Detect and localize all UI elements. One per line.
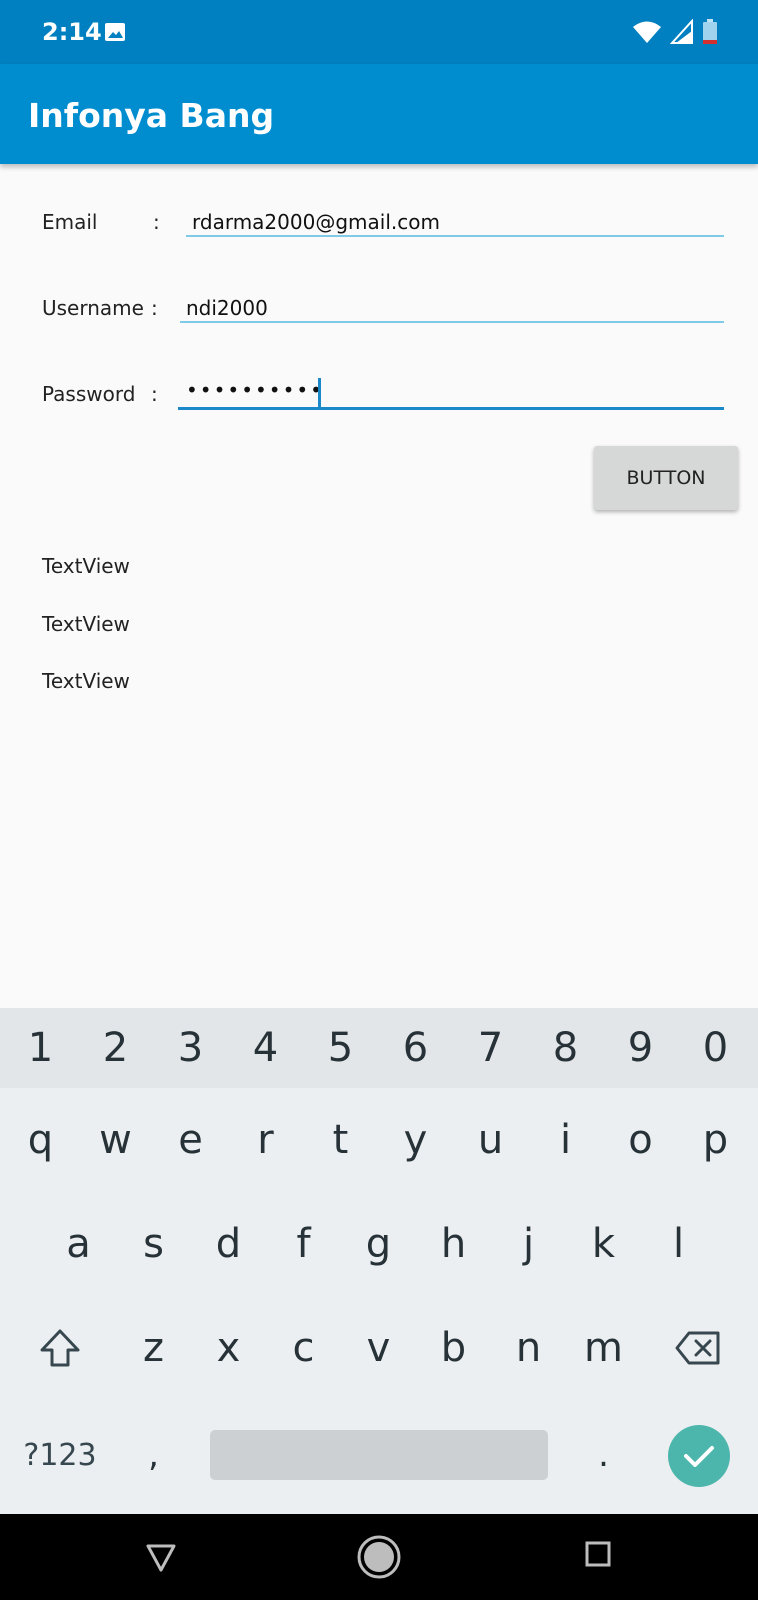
text-caret bbox=[318, 378, 321, 408]
key-f[interactable]: f bbox=[266, 1194, 341, 1294]
shift-key[interactable] bbox=[22, 1298, 97, 1398]
key-l[interactable]: l bbox=[641, 1194, 716, 1294]
key-g[interactable]: g bbox=[341, 1194, 416, 1294]
checkmark-icon bbox=[684, 1446, 714, 1467]
password-colon: : bbox=[151, 382, 158, 406]
key-r[interactable]: r bbox=[228, 1090, 303, 1190]
textview-2: TextView bbox=[42, 612, 130, 636]
key-x[interactable]: x bbox=[191, 1298, 266, 1398]
status-time: 2:14 bbox=[42, 18, 102, 46]
backspace-icon bbox=[675, 1331, 719, 1365]
password-underline bbox=[178, 407, 724, 410]
key-o[interactable]: o bbox=[603, 1090, 678, 1190]
shift-icon bbox=[40, 1329, 79, 1367]
status-icons bbox=[632, 18, 718, 46]
key-0[interactable]: 0 bbox=[678, 1008, 753, 1088]
wifi-icon bbox=[633, 21, 661, 43]
password-label: Password bbox=[42, 382, 136, 406]
comma-key[interactable]: , bbox=[116, 1405, 191, 1505]
backspace-key[interactable] bbox=[660, 1298, 735, 1398]
key-y[interactable]: y bbox=[378, 1090, 453, 1190]
submit-button[interactable]: BUTTON bbox=[594, 446, 738, 510]
soft-keyboard: 1 2 3 4 5 6 7 8 9 0 q w e r t y u i o p … bbox=[0, 1008, 758, 1514]
key-w[interactable]: w bbox=[78, 1090, 153, 1190]
key-v[interactable]: v bbox=[341, 1298, 416, 1398]
email-underline bbox=[186, 235, 724, 237]
key-s[interactable]: s bbox=[116, 1194, 191, 1294]
username-colon: : bbox=[151, 296, 158, 320]
textview-3: TextView bbox=[42, 669, 130, 693]
key-5[interactable]: 5 bbox=[303, 1008, 378, 1088]
key-z[interactable]: z bbox=[116, 1298, 191, 1398]
space-key[interactable] bbox=[210, 1430, 548, 1480]
key-a[interactable]: a bbox=[41, 1194, 116, 1294]
key-i[interactable]: i bbox=[528, 1090, 603, 1190]
key-1[interactable]: 1 bbox=[3, 1008, 78, 1088]
period-key[interactable]: . bbox=[566, 1405, 641, 1505]
recent-apps-icon[interactable] bbox=[584, 1540, 612, 1568]
key-7[interactable]: 7 bbox=[453, 1008, 528, 1088]
key-6[interactable]: 6 bbox=[378, 1008, 453, 1088]
keyboard-number-row: 1 2 3 4 5 6 7 8 9 0 bbox=[0, 1008, 758, 1088]
key-c[interactable]: c bbox=[266, 1298, 341, 1398]
email-label: Email bbox=[42, 210, 98, 234]
key-k[interactable]: k bbox=[566, 1194, 641, 1294]
key-m[interactable]: m bbox=[566, 1298, 641, 1398]
key-n[interactable]: n bbox=[491, 1298, 566, 1398]
username-label: Username bbox=[42, 296, 144, 320]
image-notification-icon bbox=[105, 23, 125, 41]
key-b[interactable]: b bbox=[416, 1298, 491, 1398]
email-colon: : bbox=[153, 210, 160, 234]
navigation-bar bbox=[0, 1514, 758, 1600]
key-d[interactable]: d bbox=[191, 1194, 266, 1294]
app-title: Infonya Bang bbox=[28, 96, 275, 135]
key-9[interactable]: 9 bbox=[603, 1008, 678, 1088]
back-icon[interactable] bbox=[144, 1534, 178, 1574]
cell-signal-icon bbox=[670, 19, 693, 44]
status-bar: 2:14 bbox=[0, 0, 758, 64]
key-t[interactable]: t bbox=[303, 1090, 378, 1190]
key-2[interactable]: 2 bbox=[78, 1008, 153, 1088]
symbols-key[interactable]: ?123 bbox=[20, 1405, 100, 1505]
key-p[interactable]: p bbox=[678, 1090, 753, 1190]
password-masked-text: •••••••••• bbox=[186, 378, 324, 402]
battery-icon bbox=[703, 19, 717, 44]
app-bar: Infonya Bang bbox=[0, 64, 758, 164]
key-e[interactable]: e bbox=[153, 1090, 228, 1190]
key-u[interactable]: u bbox=[453, 1090, 528, 1190]
key-h[interactable]: h bbox=[416, 1194, 491, 1294]
key-q[interactable]: q bbox=[3, 1090, 78, 1190]
key-8[interactable]: 8 bbox=[528, 1008, 603, 1088]
key-3[interactable]: 3 bbox=[153, 1008, 228, 1088]
username-underline bbox=[180, 321, 724, 323]
key-j[interactable]: j bbox=[491, 1194, 566, 1294]
textview-1: TextView bbox=[42, 554, 130, 578]
enter-key[interactable] bbox=[668, 1425, 730, 1487]
home-icon[interactable] bbox=[356, 1534, 402, 1580]
key-4[interactable]: 4 bbox=[228, 1008, 303, 1088]
